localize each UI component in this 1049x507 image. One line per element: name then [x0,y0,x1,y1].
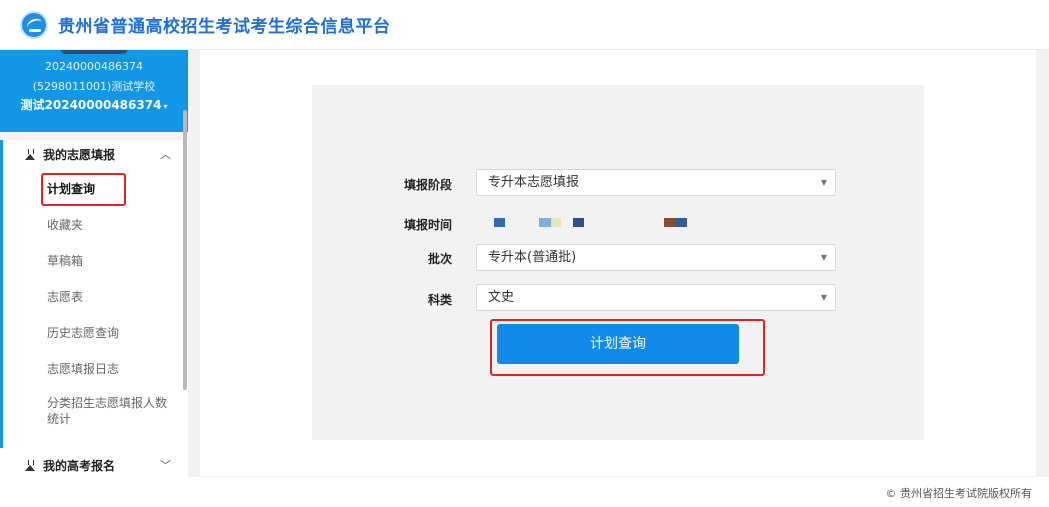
copyright-text: © 贵州省招生考试院版权所有 [885,487,1033,500]
user-profile-card: 20240000486374 (5298011001)测试学校 测试202400… [0,50,188,132]
dropdown-arrow-icon: ▼ [820,293,827,302]
sidebar: 20240000486374 (5298011001)测试学校 测试202400… [0,50,188,507]
menu-group-exam-registration[interactable]: 我的高考报名 ﹀ [0,451,183,479]
site-title: 贵州省普通高校招生考试考生综合信息平台 [58,17,391,37]
time-value-block [494,218,505,227]
candidate-id: 20240000486374 [45,60,143,73]
sidebar-divider [0,132,188,140]
menu-group-volunteer[interactable]: 我的志愿填报 ︿ [0,140,183,168]
query-form-panel: 填报阶段 专升本志愿填报 ▼ 填报时间 批次 专升本(普通批) ▼ 科类 文史 … [312,85,924,440]
time-value-block [573,218,584,227]
time-value-block [676,218,687,227]
flask-icon [25,459,35,471]
batch-value: 专升本(普通批) [488,250,577,265]
stage-select[interactable]: 专升本志愿填报 ▼ [476,169,836,196]
batch-label: 批次 [427,252,452,266]
subject-label: 科类 [427,293,452,307]
sidebar-item-favorites[interactable]: 收藏夹 [47,215,83,235]
chevron-up-icon[interactable]: ︿ [160,146,171,162]
sidebar-item-category-stats[interactable]: 分类招生志愿填报人数统计 [47,395,177,426]
app-window: 贵州省普通高校招生考试考生综合信息平台 20240000486374 (5298… [0,0,1049,507]
highlight-box-menu [41,173,126,206]
active-group-indicator [0,140,3,448]
chevron-down-icon[interactable]: ﹀ [160,457,171,473]
user-menu-toggle[interactable]: 测试20240000486374 ▾ [0,96,188,113]
sidebar-scrollbar[interactable] [183,110,187,390]
highlight-box-button [490,319,765,376]
menu-group-label: 我的高考报名 [43,458,116,473]
subject-value: 文史 [488,290,515,305]
platform-logo-icon [20,10,48,39]
sidebar-item-volunteer-table[interactable]: 志愿表 [47,287,83,307]
sidebar-item-fill-log[interactable]: 志愿填报日志 [47,359,119,379]
username: 测试20240000486374 [20,98,162,112]
sidebar-item-history-query[interactable]: 历史志愿查询 [47,323,119,343]
main-content: 填报阶段 专升本志愿填报 ▼ 填报时间 批次 专升本(普通批) ▼ 科类 文史 … [200,50,1036,476]
dropdown-arrow-icon: ▼ [820,178,827,187]
time-value-block [539,218,551,227]
top-header: 贵州省普通高校招生考试考生综合信息平台 [0,0,1049,50]
stage-label: 填报阶段 [403,178,452,192]
caret-down-icon: ▾ [163,102,168,111]
flask-icon [25,148,35,160]
footer: © 贵州省招生考试院版权所有 [188,477,1049,507]
school-name: (5298011001)测试学校 [32,80,156,93]
sidebar-item-drafts[interactable]: 草稿箱 [47,251,83,271]
subject-select[interactable]: 文史 ▼ [476,284,836,311]
dropdown-arrow-icon: ▼ [820,253,827,262]
time-value-block [664,218,676,227]
menu-group-label: 我的志愿填报 [43,147,116,162]
batch-select[interactable]: 专升本(普通批) ▼ [476,244,836,271]
avatar [60,50,128,54]
stage-value: 专升本志愿填报 [488,175,580,190]
time-value-block [551,218,561,227]
time-label: 填报时间 [403,218,452,232]
